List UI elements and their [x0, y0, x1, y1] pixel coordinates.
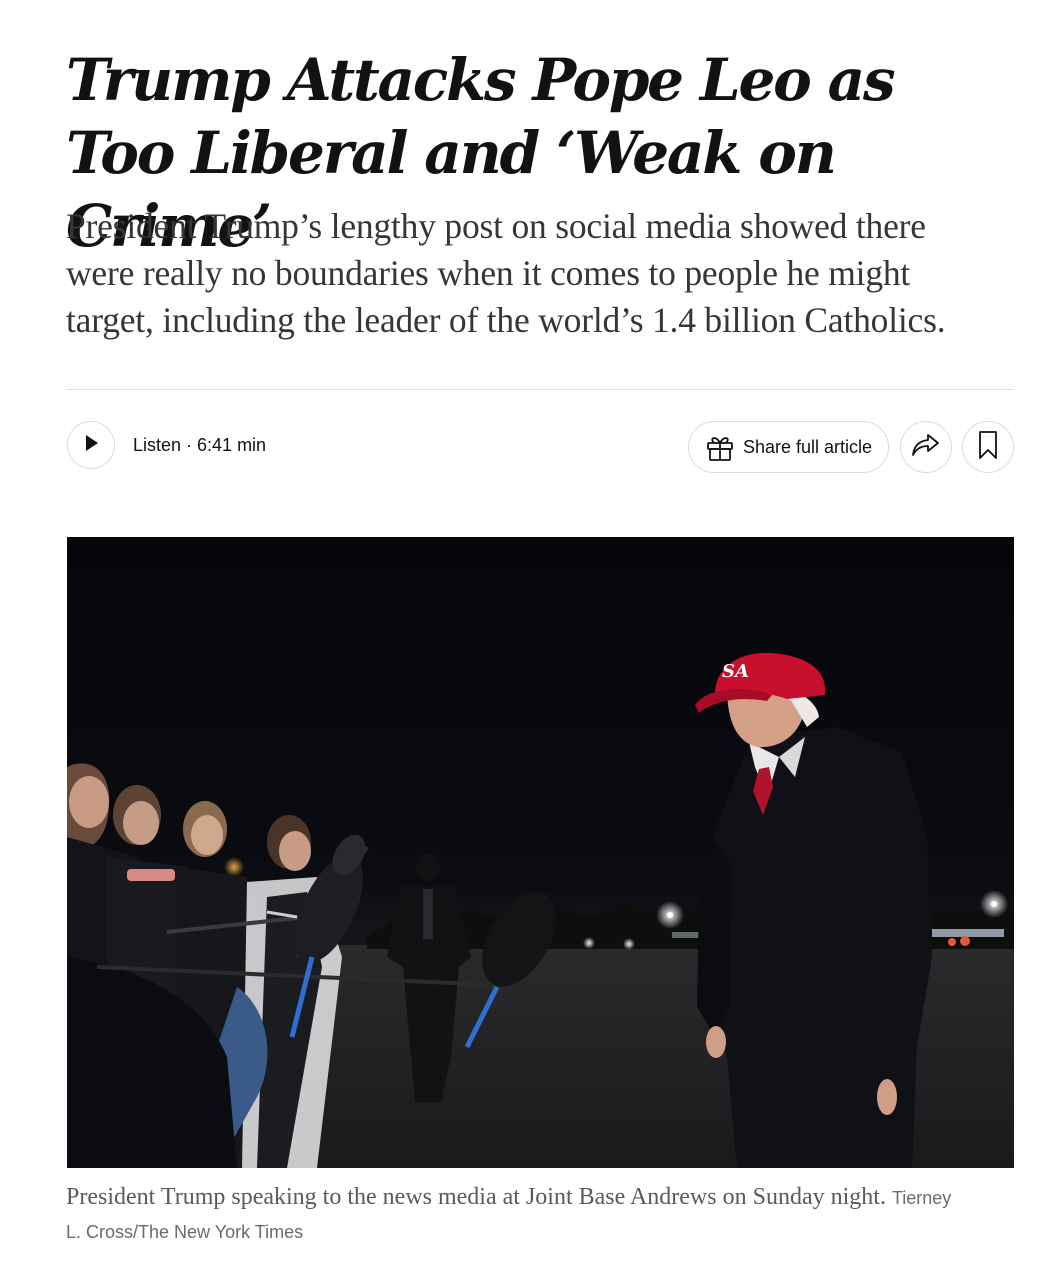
article-summary: President Trump’s lengthy post on social…: [66, 206, 946, 340]
gift-icon: [705, 432, 735, 462]
share-arrow-icon: [911, 432, 941, 463]
divider: [66, 389, 1014, 390]
hat-text: SA: [722, 661, 749, 682]
caption-text: President Trump speaking to the news med…: [66, 1184, 886, 1210]
article-photo: SA: [67, 537, 1014, 1168]
bookmark-icon: [977, 430, 999, 465]
listen-label[interactable]: Listen · 6:41 min: [133, 434, 266, 456]
play-icon: [81, 433, 101, 458]
share-button[interactable]: [900, 421, 952, 473]
save-button[interactable]: [962, 421, 1014, 473]
photo-caption: President Trump speaking to the news med…: [66, 1181, 966, 1249]
share-full-article-button[interactable]: Share full article: [688, 421, 889, 473]
share-label: Share full article: [743, 436, 873, 457]
listen-play-button[interactable]: [67, 421, 115, 469]
